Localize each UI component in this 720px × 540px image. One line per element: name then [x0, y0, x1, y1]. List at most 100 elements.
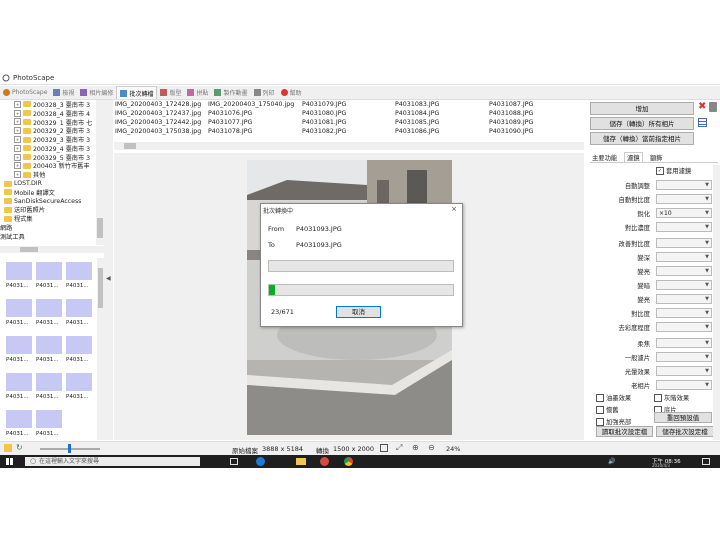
reset-defaults-button[interactable]: 重回預設值: [654, 412, 712, 423]
add-button[interactable]: 增加: [590, 102, 694, 115]
file-item[interactable]: P4031088.JPG: [489, 110, 533, 117]
zoom-slider-thumb[interactable]: [68, 444, 71, 453]
tab-editor[interactable]: 相片編修: [77, 86, 116, 99]
expand-icon[interactable]: ⤢: [396, 443, 402, 453]
file-item[interactable]: P4031086.JPG: [395, 128, 439, 135]
file-item[interactable]: P4031089.JPG: [489, 119, 533, 126]
effect-checkbox[interactable]: 加強亮部: [596, 417, 631, 426]
tab-filters[interactable]: 濾鏡: [624, 152, 643, 162]
filter-dropdown[interactable]: ▼: [656, 308, 712, 318]
tab-page[interactable]: 版型: [157, 86, 184, 99]
thumbnail[interactable]: [6, 373, 32, 391]
tab-main-functions[interactable]: 主要功能: [592, 153, 617, 162]
filter-dropdown[interactable]: ▼: [656, 266, 712, 276]
speaker-icon[interactable]: 🔊: [608, 458, 615, 465]
tab-help[interactable]: 幫助: [278, 86, 305, 99]
explorer-icon[interactable]: [296, 458, 306, 465]
effect-checkbox[interactable]: 油墨效果: [596, 393, 631, 402]
filter-dropdown[interactable]: ▼: [656, 338, 712, 348]
load-batch-settings-button[interactable]: 讀取批次設定檔: [596, 426, 653, 437]
file-item[interactable]: P4031085.JPG: [395, 119, 439, 126]
thumbnail[interactable]: [6, 410, 32, 428]
tree-item[interactable]: Mobile 翻譯文: [0, 188, 104, 197]
tree-scroll-thumb[interactable]: [97, 218, 103, 238]
file-item[interactable]: P4031079.JPG: [302, 101, 346, 108]
file-item[interactable]: IMG_20200403_172442.jpg: [115, 119, 201, 126]
task-view-icon[interactable]: [230, 458, 238, 465]
thumbnail[interactable]: [36, 373, 62, 391]
expand-icon[interactable]: +: [14, 153, 21, 161]
filter-dropdown[interactable]: ▼: [656, 294, 712, 304]
windows-start-icon[interactable]: [6, 458, 13, 465]
tree-item[interactable]: +200329_4 臺南市 3: [0, 144, 104, 153]
tree-item[interactable]: +200403 新竹市舊丰: [0, 162, 104, 170]
refresh-icon[interactable]: ↻: [16, 443, 23, 452]
file-item[interactable]: P4031090.JPG: [489, 128, 533, 135]
panel-scrollbar[interactable]: [713, 165, 720, 440]
thumbnail[interactable]: [36, 262, 62, 280]
tree-item[interactable]: SanDiskSecureAccess: [0, 197, 104, 206]
thumbnail[interactable]: [66, 262, 92, 280]
tree-item[interactable]: 測試工具: [0, 232, 104, 241]
tree-hscroll-thumb[interactable]: [20, 247, 38, 252]
tab-combine[interactable]: 拼貼: [184, 86, 211, 99]
save-all-button[interactable]: 儲存（轉換）所有相片: [590, 117, 694, 130]
tree-item[interactable]: 程式集: [0, 214, 104, 223]
cancel-button[interactable]: 取消: [336, 306, 381, 318]
filter-dropdown[interactable]: ▼: [656, 252, 712, 262]
file-item[interactable]: P4031076.JPG: [208, 110, 252, 117]
thumbnail[interactable]: [36, 299, 62, 317]
filter-dropdown[interactable]: ▼: [656, 352, 712, 362]
file-item[interactable]: P4031081.JPG: [302, 119, 346, 126]
expand-icon[interactable]: +: [14, 136, 21, 144]
list-icon[interactable]: [698, 118, 707, 127]
notification-icon[interactable]: [702, 458, 710, 465]
zoom-in-icon[interactable]: ⊕: [412, 443, 419, 452]
save-current-button[interactable]: 儲存（轉換）當前指定相片: [590, 132, 694, 145]
tree-item[interactable]: + 其他: [0, 170, 104, 179]
thumbnail[interactable]: [36, 336, 62, 354]
expand-icon[interactable]: +: [14, 100, 21, 108]
tab-animated-gif[interactable]: 製作動畫: [211, 86, 250, 99]
tree-item[interactable]: +200329_3 臺南市 3: [0, 135, 104, 144]
expand-icon[interactable]: +: [14, 144, 21, 152]
tab-frames[interactable]: 額飾: [650, 153, 663, 162]
tree-item[interactable]: 送印舊照片: [0, 206, 104, 214]
effect-checkbox[interactable]: 懷舊: [596, 405, 619, 414]
file-item[interactable]: P4031083.JPG: [395, 101, 439, 108]
close-icon[interactable]: ✖: [698, 102, 706, 112]
taskbar-search-input[interactable]: 在這裡輸入文字來搜尋: [25, 457, 200, 466]
tab-photoscape[interactable]: PhotoScape: [0, 86, 50, 99]
photoscape-task-icon[interactable]: [320, 457, 329, 466]
tab-print[interactable]: 列印: [251, 86, 278, 99]
filter-dropdown[interactable]: ▼: [656, 366, 712, 376]
tab-viewer[interactable]: 檢視: [50, 86, 77, 99]
file-item[interactable]: P4031084.JPG: [395, 110, 439, 117]
thumb-scroll-thumb[interactable]: [98, 268, 103, 308]
expand-icon[interactable]: +: [14, 109, 21, 117]
tree-hscrollbar[interactable]: [0, 246, 104, 253]
tree-item[interactable]: 網路: [0, 223, 104, 232]
tree-item[interactable]: +200328_4 臺南市 4: [0, 109, 104, 118]
chrome-icon[interactable]: [344, 457, 353, 466]
folder-up-icon[interactable]: [4, 444, 12, 452]
file-item[interactable]: P4031077.JPG: [208, 119, 252, 126]
file-item[interactable]: IMG_20200403_175040.jpg: [208, 101, 294, 108]
filter-dropdown[interactable]: ×10 ▼: [656, 208, 712, 218]
splitter-handle[interactable]: [104, 100, 113, 440]
filter-dropdown[interactable]: ▼: [656, 380, 712, 390]
file-item[interactable]: P4031080.JPG: [302, 110, 346, 117]
filter-dropdown[interactable]: ▼: [656, 194, 712, 204]
tree-item[interactable]: +200329_1 臺南市 七: [0, 118, 104, 126]
file-item[interactable]: P4031087.JPG: [489, 101, 533, 108]
filelist-hscroll-thumb[interactable]: [124, 143, 136, 149]
zoom-out-icon[interactable]: ⊖: [428, 443, 435, 452]
thumbnail[interactable]: [66, 299, 92, 317]
file-item[interactable]: P4031078.JPG: [208, 128, 252, 135]
expand-icon[interactable]: +: [14, 162, 21, 170]
filter-dropdown[interactable]: ▼: [656, 280, 712, 290]
thumbnail[interactable]: [6, 299, 32, 317]
thumbnail[interactable]: [36, 410, 62, 428]
filter-dropdown[interactable]: ▼: [656, 180, 712, 190]
thumbnail[interactable]: [66, 373, 92, 391]
